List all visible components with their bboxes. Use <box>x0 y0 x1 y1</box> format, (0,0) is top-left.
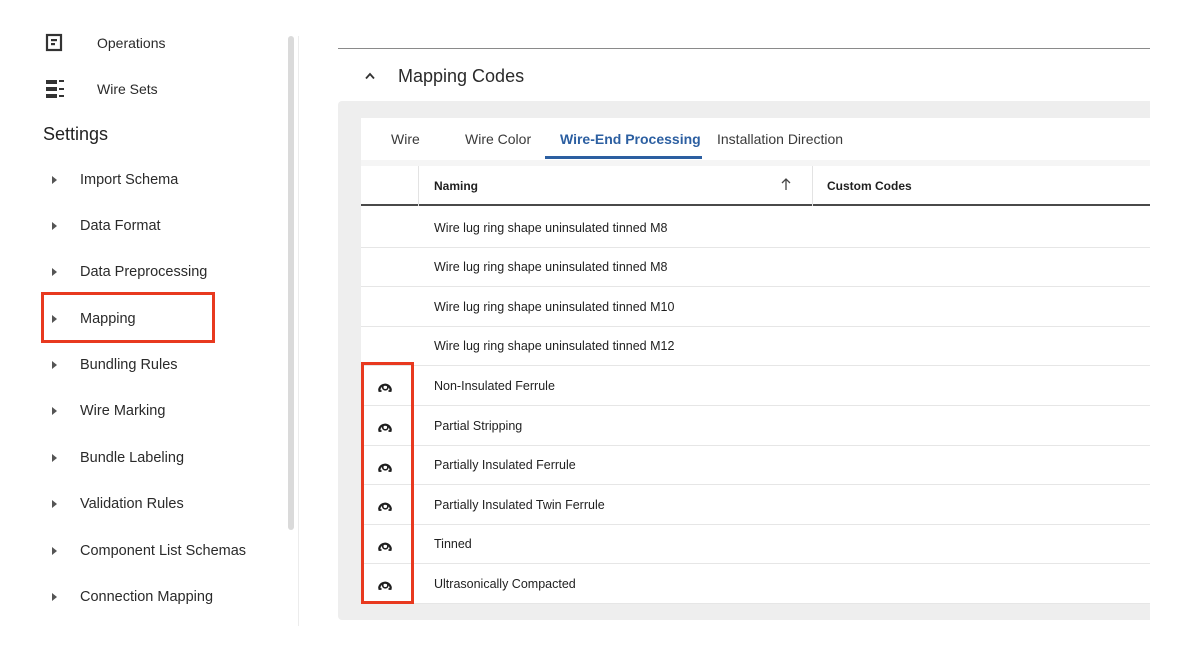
naming-cell: Partially Insulated Ferrule <box>434 458 576 473</box>
sidebar-item-component-list-schemas[interactable]: Component List Schemas <box>0 532 280 570</box>
sidebar-item-label: Wire Sets <box>97 81 158 97</box>
table-row[interactable]: Non-Insulated Ferrule <box>361 366 1150 406</box>
sidebar-item-wire-sets[interactable]: Wire Sets <box>0 74 280 104</box>
sidebar-item-wire-marking[interactable]: Wire Marking <box>0 392 280 430</box>
caret-right-icon <box>52 407 57 415</box>
naming-cell: Wire lug ring shape uninsulated tinned M… <box>434 339 675 354</box>
tab-wire[interactable]: Wire <box>391 118 420 160</box>
table-row[interactable]: Wire lug ring shape uninsulated tinned M… <box>361 208 1150 248</box>
tab-wire-color[interactable]: Wire Color <box>465 118 531 160</box>
sidebar-item-validation-rules[interactable]: Validation Rules <box>0 485 280 523</box>
tab-installation-direction[interactable]: Installation Direction <box>717 118 843 160</box>
sidebar-item-label: Connection Mapping <box>80 589 214 605</box>
section-header-mapping-codes[interactable]: Mapping Codes <box>364 62 524 90</box>
sidebar-item-label: Validation Rules <box>80 496 184 512</box>
naming-cell: Partially Insulated Twin Ferrule <box>434 497 605 512</box>
sidebar-item-import-schema[interactable]: Import Schema <box>0 161 280 199</box>
sidebar-item-label: Data Format <box>80 218 161 234</box>
top-divider <box>338 48 1150 49</box>
highlight-box-mapping <box>41 292 215 343</box>
column-header-naming[interactable]: Naming <box>434 166 478 206</box>
settings-heading: Settings <box>43 124 109 144</box>
table-row[interactable]: Wire lug ring shape uninsulated tinned M… <box>361 248 1150 288</box>
column-divider <box>812 166 813 206</box>
caret-right-icon <box>52 547 57 555</box>
sidebar-item-data-preprocessing[interactable]: Data Preprocessing <box>0 253 280 291</box>
sidebar-item-label: Bundling Rules <box>80 357 178 373</box>
highlight-box-icons <box>361 362 414 604</box>
naming-cell: Tinned <box>434 537 472 552</box>
naming-cell: Non-Insulated Ferrule <box>434 378 555 393</box>
table-row[interactable]: Partial Stripping <box>361 406 1150 446</box>
sidebar-item-operations[interactable]: Operations <box>0 28 280 58</box>
column-divider <box>418 166 419 206</box>
caret-right-icon <box>52 454 57 462</box>
sidebar: Operations Wire Sets Settings Import Sch… <box>0 0 298 664</box>
sidebar-scrollbar[interactable] <box>288 36 294 530</box>
sidebar-divider <box>298 36 299 626</box>
sort-ascending-icon[interactable] <box>780 177 792 191</box>
table-header <box>361 166 1150 206</box>
tab-wire-end-processing[interactable]: Wire-End Processing <box>560 118 701 160</box>
caret-right-icon <box>52 268 57 276</box>
chevron-up-icon <box>365 72 375 80</box>
active-tab-indicator <box>545 156 702 159</box>
table-row[interactable]: Partially Insulated Ferrule <box>361 446 1150 486</box>
sidebar-item-bundle-labeling[interactable]: Bundle Labeling <box>0 439 280 477</box>
naming-cell: Wire lug ring shape uninsulated tinned M… <box>434 299 675 314</box>
sidebar-item-bundling-rules[interactable]: Bundling Rules <box>0 346 280 384</box>
sidebar-item-data-format[interactable]: Data Format <box>0 207 280 245</box>
sidebar-item-label: Import Schema <box>80 172 179 188</box>
table-row[interactable]: Ultrasonically Compacted <box>361 564 1150 604</box>
table-row[interactable]: Tinned <box>361 525 1150 565</box>
table-row[interactable]: Partially Insulated Twin Ferrule <box>361 485 1150 525</box>
sidebar-item-connection-mapping[interactable]: Connection Mapping <box>0 578 280 616</box>
caret-right-icon <box>52 500 57 508</box>
sidebar-item-label: Data Preprocessing <box>80 264 208 280</box>
naming-cell: Wire lug ring shape uninsulated tinned M… <box>434 260 668 275</box>
caret-right-icon <box>52 222 57 230</box>
sidebar-item-label: Component List Schemas <box>80 543 247 559</box>
sidebar-item-label: Wire Marking <box>80 403 166 419</box>
tab-bar: Wire Wire Color Wire-End Processing Inst… <box>361 118 1150 160</box>
wire-sets-icon <box>46 80 64 98</box>
table-row[interactable]: Wire lug ring shape uninsulated tinned M… <box>361 327 1150 367</box>
naming-cell: Partial Stripping <box>434 418 523 433</box>
caret-right-icon <box>52 593 57 601</box>
operations-icon <box>45 33 63 52</box>
column-header-custom-codes[interactable]: Custom Codes <box>827 166 912 206</box>
caret-right-icon <box>52 176 57 184</box>
naming-cell: Ultrasonically Compacted <box>434 576 576 591</box>
caret-right-icon <box>52 361 57 369</box>
table-row[interactable]: Wire lug ring shape uninsulated tinned M… <box>361 287 1150 327</box>
sidebar-item-label: Bundle Labeling <box>80 450 185 466</box>
sidebar-item-label: Operations <box>97 35 166 51</box>
naming-cell: Wire lug ring shape uninsulated tinned M… <box>434 220 668 235</box>
section-title: Mapping Codes <box>398 65 525 86</box>
